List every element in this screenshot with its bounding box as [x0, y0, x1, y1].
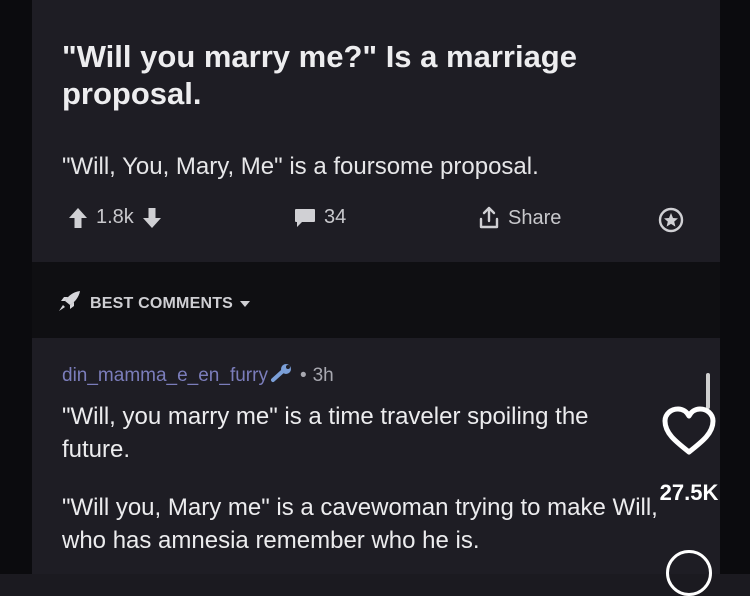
comment-paragraph-2: "Will you, Mary me" is a cavewoman tryin…: [62, 494, 658, 554]
share-icon: [478, 206, 500, 230]
vote-count: 1.8k: [96, 206, 134, 228]
comment-card: din_mamma_e_en_furry • 3h "Will, you mar…: [32, 338, 720, 574]
comment-paragraph-1: "Will, you marry me" is a time traveler …: [62, 403, 589, 463]
comment-time: 3h: [312, 365, 334, 386]
post-title: "Will you marry me?" Is a marriage propo…: [62, 39, 577, 111]
speech-bubble-icon: [294, 208, 316, 228]
award-button[interactable]: [658, 207, 684, 233]
sort-label: BEST COMMENTS: [90, 294, 234, 312]
post-card: "Will you marry me?" Is a marriage propo…: [32, 0, 720, 262]
scrollbar[interactable]: [706, 373, 710, 409]
comment-circle-button[interactable]: [666, 550, 712, 596]
chevron-down-icon: [239, 295, 251, 313]
wrench-icon: [270, 363, 294, 389]
post-body: "Will, You, Mary, Me" is a foursome prop…: [62, 153, 539, 180]
arrow-down-icon[interactable]: [142, 207, 162, 229]
sort-button[interactable]: BEST COMMENTS: [58, 290, 251, 317]
sort-bar: BEST COMMENTS: [32, 262, 720, 338]
award-icon: [658, 207, 684, 233]
vote-bar: 1.8k: [68, 206, 162, 229]
share-button[interactable]: Share: [478, 206, 561, 230]
comments-button[interactable]: 34: [294, 206, 346, 229]
heart-icon: [661, 406, 717, 461]
like-button[interactable]: [661, 405, 717, 457]
comment-username[interactable]: din_mamma_e_en_furry: [62, 365, 268, 387]
left-edge: [0, 0, 32, 574]
arrow-up-icon[interactable]: [68, 207, 88, 229]
comment-meta: din_mamma_e_en_furry • 3h: [62, 363, 334, 389]
rocket-icon: [58, 290, 82, 317]
like-count: 27.5K: [659, 480, 719, 505]
meta-separator: •: [299, 365, 307, 386]
comment-count: 34: [324, 206, 347, 228]
share-label: Share: [508, 206, 562, 229]
